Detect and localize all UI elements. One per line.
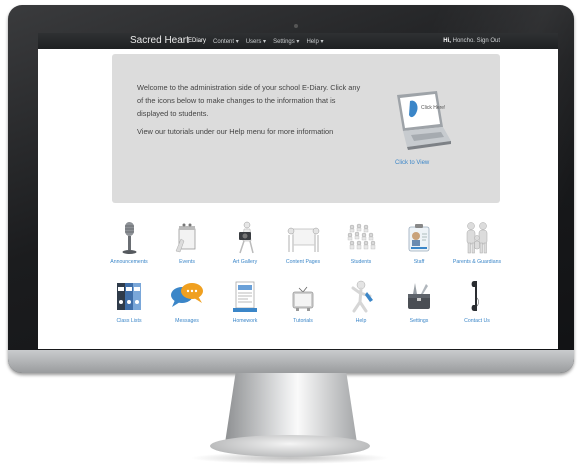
microphone-icon [122, 222, 137, 254]
tile-label: Help [355, 318, 367, 324]
webcam [294, 24, 298, 28]
tile-label: Students [350, 259, 372, 265]
help-tile[interactable]: Help [330, 278, 392, 324]
document-icon [233, 281, 257, 312]
tutorial-note: View our tutorials under our Help menu f… [137, 127, 334, 136]
tile-label: Settings [409, 318, 429, 324]
students-icon [347, 223, 376, 250]
phone-icon [471, 281, 479, 311]
tutorials-tile[interactable]: Tutorials [272, 278, 334, 324]
tile-label: Announcements [110, 259, 148, 265]
contact-us-tile[interactable]: Contact Us [446, 278, 508, 324]
nav-item-users[interactable]: Users ▾ [246, 38, 266, 45]
tile-label: Content Pages [285, 259, 321, 265]
laptop-icon[interactable]: Click Here! [377, 91, 452, 151]
settings-tile[interactable]: Settings [388, 278, 450, 324]
user-area: Hi, Honcho. Sign Out [443, 38, 500, 44]
tile-label: Messages [175, 318, 199, 324]
nav-item-help[interactable]: Help ▾ [306, 38, 323, 45]
welcome-message: Welcome to the administration side of yo… [137, 83, 361, 118]
monitor-stand-neck [225, 373, 357, 443]
help-figure-icon [351, 280, 373, 313]
monitor-chin [8, 350, 574, 373]
staff-tile[interactable]: Staff [388, 219, 450, 265]
people-carrying-board-icon [287, 227, 320, 252]
tv-icon [292, 286, 314, 311]
tile-label: Art Gallery [232, 259, 258, 265]
tile-label: Staff [413, 259, 425, 265]
tile-label: Events [179, 259, 195, 265]
camera-icon [239, 221, 254, 254]
messages-tile[interactable]: Messages [156, 278, 218, 324]
nav-menu: EDiary Content ▾ Users ▾ Settings ▾ Help… [188, 38, 323, 45]
top-navbar: Sacred Heart EDiary Content ▾ Users ▾ Se… [38, 33, 558, 49]
monitor-screen: Sacred Heart EDiary Content ▾ Users ▾ Se… [38, 33, 558, 349]
art-gallery-tile[interactable]: Art Gallery [214, 219, 276, 265]
calendar-icon [175, 223, 196, 253]
brand-title[interactable]: Sacred Heart [130, 35, 189, 46]
tile-label: Contact Us [464, 318, 490, 324]
tile-label: Tutorials [293, 318, 313, 324]
tile-label: Parents & Guardians [452, 259, 502, 265]
click-to-view-link[interactable]: Click to View [395, 160, 429, 166]
content-pages-tile[interactable]: Content Pages [272, 219, 334, 265]
binders-icon [117, 283, 141, 310]
nav-item-settings[interactable]: Settings ▾ [273, 38, 299, 45]
tile-label: Class Lists [116, 318, 142, 324]
welcome-panel: Welcome to the administration side of yo… [112, 54, 500, 203]
user-name: Honcho. [452, 38, 475, 44]
toolbox-icon [408, 283, 430, 309]
sign-out-link[interactable]: Sign Out [477, 38, 500, 44]
speech-bubbles-icon [171, 283, 203, 307]
welcome-text: Welcome to the administration side of yo… [137, 81, 362, 143]
monitor-stand-base [210, 435, 370, 457]
parents-guardians-tile[interactable]: Parents & Guardians [446, 219, 508, 265]
homework-tile[interactable]: Homework [214, 278, 276, 324]
students-tile[interactable]: Students [330, 219, 392, 265]
family-icon [466, 222, 488, 254]
class-lists-tile[interactable]: Class Lists [98, 278, 160, 324]
events-tile[interactable]: Events [156, 219, 218, 265]
nav-item-ediary[interactable]: EDiary [188, 38, 206, 45]
announcements-tile[interactable]: Announcements [98, 219, 160, 265]
greeting: Hi, [443, 38, 451, 44]
laptop-screen-text: Click Here! [421, 105, 445, 111]
nav-item-content[interactable]: Content ▾ [213, 38, 239, 45]
id-badge-icon [408, 224, 430, 252]
tile-label: Homework [232, 318, 258, 324]
